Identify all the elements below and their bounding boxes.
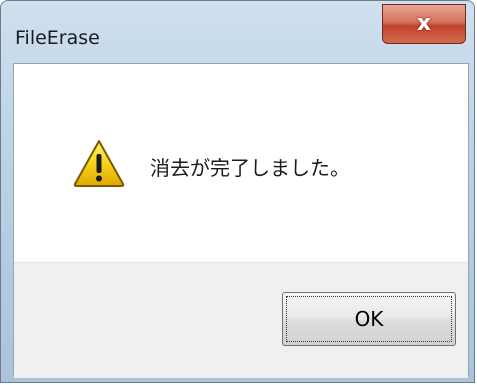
message-area: 消去が完了しました。	[14, 64, 468, 262]
completion-message: 消去が完了しました。	[150, 156, 350, 180]
close-icon: x	[416, 11, 432, 36]
dialog-client-area: 消去が完了しました。 OK	[13, 63, 469, 378]
ok-button[interactable]: OK	[282, 292, 456, 346]
window-title: FileErase	[15, 27, 100, 49]
button-bar: OK	[14, 262, 468, 378]
warning-icon	[73, 140, 125, 187]
dialog-window: FileErase x 消去が完了しました。 OK	[0, 0, 475, 383]
close-button[interactable]: x	[382, 4, 466, 44]
title-bar[interactable]: FileErase x	[1, 1, 474, 57]
